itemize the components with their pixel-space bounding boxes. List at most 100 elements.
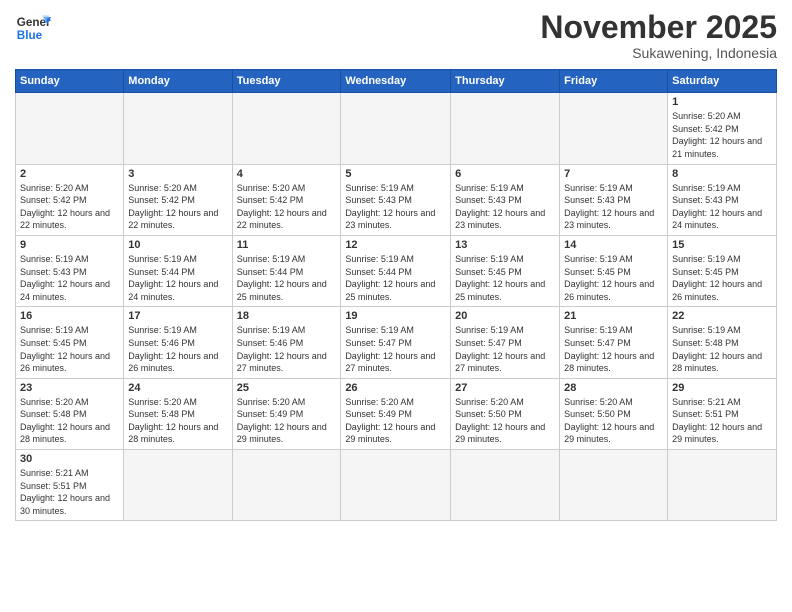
day-number: 20 [455, 310, 555, 322]
weekday-header-sunday: Sunday [16, 70, 124, 93]
calendar-week-row: 1 Sunrise: 5:20 AM Sunset: 5:42 PM Daylig… [16, 93, 777, 164]
calendar-week-row: 2Sunrise: 5:20 AM Sunset: 5:42 PM Daylig… [16, 164, 777, 235]
calendar-day-cell: 18 Sunrise: 5:19 AM Sunset: 5:46 PM Dayli… [232, 307, 341, 378]
day-info: Sunrise: 5:19 AM Sunset: 5:43 PM Dayligh… [455, 182, 555, 232]
location-subtitle: Sukawening, Indonesia [540, 45, 777, 61]
day-number: 16 [20, 310, 119, 322]
calendar-day-cell: 29Sunrise: 5:21 AM Sunset: 5:51 PM Dayli… [668, 378, 777, 449]
calendar-day-cell: 21 Sunrise: 5:19 AM Sunset: 5:47 PM Dayli… [560, 307, 668, 378]
weekday-header-tuesday: Tuesday [232, 70, 341, 93]
calendar-day-cell [560, 93, 668, 164]
calendar-day-cell [124, 93, 232, 164]
day-number: 17 [128, 310, 227, 322]
day-number: 5 [345, 168, 446, 180]
day-info: Sunrise: 5:19 AM Sunset: 5:48 PM Dayligh… [672, 324, 772, 374]
svg-text:Blue: Blue [17, 29, 43, 42]
calendar-day-cell [341, 93, 451, 164]
logo: General Blue [15, 10, 51, 46]
calendar-day-cell: 30 Sunrise: 5:21 AM Sunset: 5:51 PM Dayli… [16, 450, 124, 521]
calendar-day-cell [232, 450, 341, 521]
calendar-day-cell: 24 Sunrise: 5:20 AM Sunset: 5:48 PM Dayli… [124, 378, 232, 449]
calendar-day-cell: 11 Sunrise: 5:19 AM Sunset: 5:44 PM Dayli… [232, 235, 341, 306]
day-number: 26 [345, 382, 446, 394]
day-info: Sunrise: 5:20 AM Sunset: 5:42 PM Dayligh… [672, 110, 772, 160]
day-number: 7 [564, 168, 663, 180]
calendar-day-cell: 28 Sunrise: 5:20 AM Sunset: 5:50 PM Dayli… [560, 378, 668, 449]
calendar-day-cell: 27 Sunrise: 5:20 AM Sunset: 5:50 PM Dayli… [451, 378, 560, 449]
calendar-week-row: 30 Sunrise: 5:21 AM Sunset: 5:51 PM Dayli… [16, 450, 777, 521]
day-info: Sunrise: 5:19 AM Sunset: 5:45 PM Dayligh… [20, 324, 119, 374]
day-info: Sunrise: 5:19 AM Sunset: 5:43 PM Dayligh… [564, 182, 663, 232]
day-info: Sunrise: 5:21 AM Sunset: 5:51 PM Dayligh… [672, 396, 772, 446]
calendar-day-cell: 7 Sunrise: 5:19 AM Sunset: 5:43 PM Daylig… [560, 164, 668, 235]
day-info: Sunrise: 5:20 AM Sunset: 5:50 PM Dayligh… [455, 396, 555, 446]
day-info: Sunrise: 5:19 AM Sunset: 5:44 PM Dayligh… [345, 253, 446, 303]
day-number: 21 [564, 310, 663, 322]
day-info: Sunrise: 5:19 AM Sunset: 5:43 PM Dayligh… [20, 253, 119, 303]
month-title: November 2025 [540, 10, 777, 45]
day-info: Sunrise: 5:19 AM Sunset: 5:44 PM Dayligh… [128, 253, 227, 303]
calendar-week-row: 9 Sunrise: 5:19 AM Sunset: 5:43 PM Daylig… [16, 235, 777, 306]
day-number: 11 [237, 239, 337, 251]
weekday-header-thursday: Thursday [451, 70, 560, 93]
calendar-day-cell: 8Sunrise: 5:19 AM Sunset: 5:43 PM Daylig… [668, 164, 777, 235]
calendar-day-cell [124, 450, 232, 521]
day-info: Sunrise: 5:20 AM Sunset: 5:48 PM Dayligh… [20, 396, 119, 446]
day-number: 22 [672, 310, 772, 322]
day-info: Sunrise: 5:19 AM Sunset: 5:47 PM Dayligh… [455, 324, 555, 374]
day-number: 24 [128, 382, 227, 394]
day-number: 13 [455, 239, 555, 251]
day-number: 19 [345, 310, 446, 322]
weekday-header-wednesday: Wednesday [341, 70, 451, 93]
day-number: 27 [455, 382, 555, 394]
page: General Blue November 2025 Sukawening, I… [0, 0, 792, 612]
day-info: Sunrise: 5:21 AM Sunset: 5:51 PM Dayligh… [20, 467, 119, 517]
weekday-header-friday: Friday [560, 70, 668, 93]
logo-icon: General Blue [15, 10, 51, 46]
header: General Blue November 2025 Sukawening, I… [15, 10, 777, 61]
day-info: Sunrise: 5:20 AM Sunset: 5:49 PM Dayligh… [345, 396, 446, 446]
title-block: November 2025 Sukawening, Indonesia [540, 10, 777, 61]
calendar-day-cell: 13 Sunrise: 5:19 AM Sunset: 5:45 PM Dayli… [451, 235, 560, 306]
day-number: 15 [672, 239, 772, 251]
day-number: 8 [672, 168, 772, 180]
day-info: Sunrise: 5:20 AM Sunset: 5:50 PM Dayligh… [564, 396, 663, 446]
calendar-day-cell: 25 Sunrise: 5:20 AM Sunset: 5:49 PM Dayli… [232, 378, 341, 449]
calendar-day-cell: 26 Sunrise: 5:20 AM Sunset: 5:49 PM Dayli… [341, 378, 451, 449]
calendar-day-cell: 4Sunrise: 5:20 AM Sunset: 5:42 PM Daylig… [232, 164, 341, 235]
day-number: 28 [564, 382, 663, 394]
calendar-day-cell [451, 450, 560, 521]
day-number: 23 [20, 382, 119, 394]
calendar-day-cell: 17 Sunrise: 5:19 AM Sunset: 5:46 PM Dayli… [124, 307, 232, 378]
calendar-day-cell: 15Sunrise: 5:19 AM Sunset: 5:45 PM Dayli… [668, 235, 777, 306]
day-info: Sunrise: 5:19 AM Sunset: 5:46 PM Dayligh… [128, 324, 227, 374]
day-info: Sunrise: 5:19 AM Sunset: 5:45 PM Dayligh… [455, 253, 555, 303]
weekday-header-monday: Monday [124, 70, 232, 93]
day-info: Sunrise: 5:20 AM Sunset: 5:42 PM Dayligh… [128, 182, 227, 232]
day-info: Sunrise: 5:19 AM Sunset: 5:43 PM Dayligh… [345, 182, 446, 232]
day-number: 25 [237, 382, 337, 394]
calendar-table: SundayMondayTuesdayWednesdayThursdayFrid… [15, 69, 777, 521]
day-info: Sunrise: 5:20 AM Sunset: 5:42 PM Dayligh… [237, 182, 337, 232]
calendar-day-cell: 6 Sunrise: 5:19 AM Sunset: 5:43 PM Daylig… [451, 164, 560, 235]
calendar-day-cell [341, 450, 451, 521]
day-info: Sunrise: 5:19 AM Sunset: 5:47 PM Dayligh… [564, 324, 663, 374]
calendar-day-cell: 20 Sunrise: 5:19 AM Sunset: 5:47 PM Dayli… [451, 307, 560, 378]
day-number: 6 [455, 168, 555, 180]
day-number: 18 [237, 310, 337, 322]
calendar-day-cell: 16 Sunrise: 5:19 AM Sunset: 5:45 PM Dayli… [16, 307, 124, 378]
day-number: 9 [20, 239, 119, 251]
calendar-day-cell: 10Sunrise: 5:19 AM Sunset: 5:44 PM Dayli… [124, 235, 232, 306]
day-info: Sunrise: 5:20 AM Sunset: 5:49 PM Dayligh… [237, 396, 337, 446]
weekday-header-saturday: Saturday [668, 70, 777, 93]
calendar-day-cell [451, 93, 560, 164]
calendar-day-cell: 9 Sunrise: 5:19 AM Sunset: 5:43 PM Daylig… [16, 235, 124, 306]
day-info: Sunrise: 5:19 AM Sunset: 5:44 PM Dayligh… [237, 253, 337, 303]
day-number: 1 [672, 96, 772, 108]
calendar-day-cell: 5 Sunrise: 5:19 AM Sunset: 5:43 PM Daylig… [341, 164, 451, 235]
day-info: Sunrise: 5:19 AM Sunset: 5:46 PM Dayligh… [237, 324, 337, 374]
day-number: 30 [20, 453, 119, 465]
day-info: Sunrise: 5:20 AM Sunset: 5:48 PM Dayligh… [128, 396, 227, 446]
calendar-day-cell: 22 Sunrise: 5:19 AM Sunset: 5:48 PM Dayli… [668, 307, 777, 378]
day-number: 14 [564, 239, 663, 251]
